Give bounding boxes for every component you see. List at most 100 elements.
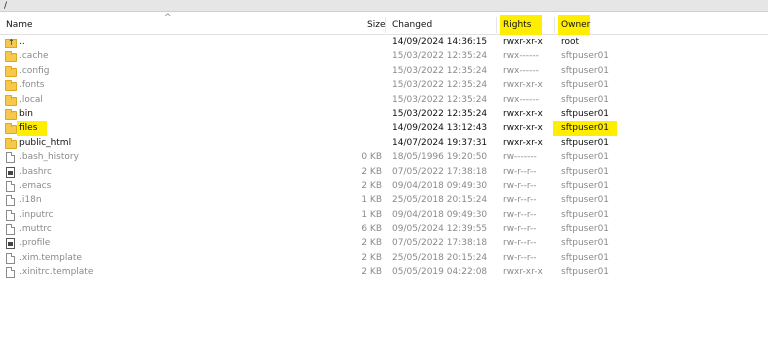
file-icon — [5, 195, 17, 207]
file-name: .config — [19, 65, 50, 76]
file-list-header: Name ^ Size Changed Rights Owner — [0, 13, 768, 35]
file-rights: rwxr-xr-x — [503, 80, 543, 91]
file-rights: rwxr-xr-x — [503, 137, 543, 148]
file-owner: sftpuser01 — [561, 137, 610, 148]
file-changed: 05/05/2019 04:22:08 — [392, 267, 488, 278]
file-list: .. 14/09/2024 14:36:15 rwxr-xr-x root .cache… — [0, 35, 768, 280]
file-size: 2 KB — [361, 252, 382, 263]
file-row[interactable]: .bashrc 2 KB 07/05/2022 17:38:18 rw-r--r-- s… — [0, 165, 768, 179]
file-owner: sftpuser01 — [561, 108, 610, 119]
file-row[interactable]: .muttrc 6 KB 09/05/2024 12:39:55 rw-r--r-- s… — [0, 222, 768, 236]
file-row[interactable]: .xim.template 2 KB 25/05/2018 20:15:24 rw-r… — [0, 251, 768, 265]
file-row[interactable]: .cache 15/03/2022 12:35:24 rwx------ sftpus… — [0, 49, 768, 63]
file-name: .muttrc — [19, 224, 52, 235]
folder-icon — [5, 65, 17, 77]
file-owner: sftpuser01 — [561, 80, 610, 91]
file-changed: 15/03/2022 12:35:24 — [392, 65, 488, 76]
file-icon — [5, 152, 17, 164]
column-header-name[interactable]: Name — [6, 15, 33, 35]
file-rights: rwxr-xr-x — [503, 123, 543, 134]
file-rights: rw-r--r-- — [503, 224, 537, 235]
file-rights: rwx------ — [503, 51, 539, 62]
file-owner: sftpuser01 — [561, 166, 610, 177]
file-name: public_html — [19, 137, 72, 148]
file-rights: rwx------ — [503, 94, 539, 105]
file-name: .emacs — [19, 180, 52, 191]
file-row[interactable]: bin 15/03/2022 12:35:24 rwxr-xr-x sftpuser0… — [0, 107, 768, 121]
file-row[interactable]: .config 15/03/2022 12:35:24 rwx------ sftpu… — [0, 64, 768, 78]
file-owner: sftpuser01 — [561, 209, 610, 220]
file-rights: rwxr-xr-x — [503, 267, 543, 278]
file-owner: sftpuser01 — [561, 94, 610, 105]
file-owner: sftpuser01 — [561, 65, 610, 76]
file-row[interactable]: .emacs 2 KB 09/04/2018 09:49:30 rw-r--r-- sf… — [0, 179, 768, 193]
updir-icon — [5, 36, 17, 50]
file-changed: 09/04/2018 09:49:30 — [392, 180, 488, 191]
file-owner: sftpuser01 — [561, 180, 610, 191]
file-changed: 14/07/2024 19:37:31 — [392, 137, 488, 148]
column-divider[interactable] — [496, 17, 497, 33]
file-size: 1 KB — [361, 209, 382, 220]
file-owner: sftpuser01 — [561, 195, 610, 206]
file-changed: 14/09/2024 14:36:15 — [392, 37, 488, 47]
file-row[interactable]: files 14/09/2024 13:12:43 rwxr-xr-x sftpuse… — [0, 121, 768, 136]
file-size: 2 KB — [361, 267, 382, 278]
folder-icon — [5, 137, 17, 149]
file-owner: sftpuser01 — [561, 252, 610, 263]
file-owner: sftpuser01 — [561, 51, 610, 62]
column-divider[interactable] — [554, 17, 555, 33]
file-changed: 09/04/2018 09:49:30 — [392, 209, 488, 220]
file-changed: 15/03/2022 12:35:24 — [392, 94, 488, 105]
file-size: 2 KB — [361, 238, 382, 249]
file-size: 2 KB — [361, 166, 382, 177]
file-row[interactable]: .bash_history 0 KB 18/05/1996 19:20:50 rw--… — [0, 150, 768, 164]
path-bar[interactable]: / — [0, 0, 768, 12]
file-rights: rw-r--r-- — [503, 180, 537, 191]
column-header-owner[interactable]: Owner — [558, 15, 590, 35]
file-name: .. — [19, 37, 25, 47]
file-row[interactable]: .xinitrc.template 2 KB 05/05/2019 04:22:08… — [0, 265, 768, 279]
file-row[interactable]: .local 15/03/2022 12:35:24 rwx------ sftpus… — [0, 93, 768, 107]
file-row[interactable]: .profile 2 KB 07/05/2022 17:38:18 rw-r--r--… — [0, 236, 768, 250]
column-header-changed[interactable]: Changed — [392, 15, 432, 35]
file-row[interactable]: .fonts 15/03/2022 12:35:24 rwxr-xr-x sftpus… — [0, 78, 768, 92]
file-row[interactable]: .inputrc 1 KB 09/04/2018 09:49:30 rw-r--r--… — [0, 208, 768, 222]
file-changed: 15/03/2022 12:35:24 — [392, 108, 488, 119]
column-header-rights[interactable]: Rights — [500, 15, 542, 35]
script-file-icon — [5, 238, 17, 250]
file-icon — [5, 224, 17, 236]
file-rights: rw-r--r-- — [503, 166, 537, 177]
file-owner: sftpuser01 — [561, 224, 610, 235]
file-icon — [5, 180, 17, 192]
file-changed: 15/03/2022 12:35:24 — [392, 51, 488, 62]
file-size: 6 KB — [361, 224, 382, 235]
folder-icon — [5, 123, 17, 135]
file-name: .local — [19, 94, 43, 105]
file-size: 2 KB — [361, 180, 382, 191]
sort-ascending-icon: ^ — [164, 13, 172, 23]
folder-icon — [5, 108, 17, 120]
file-owner: root — [561, 37, 580, 47]
file-rights: rw-r--r-- — [503, 238, 537, 249]
file-name: .cache — [19, 51, 49, 62]
file-changed: 07/05/2022 17:38:18 — [392, 238, 488, 249]
file-row[interactable]: public_html 14/07/2024 19:37:31 rwxr-xr-x s… — [0, 136, 768, 150]
file-icon — [5, 252, 17, 264]
file-name: .bash_history — [19, 152, 79, 163]
file-size: 0 KB — [361, 152, 382, 163]
file-changed: 25/05/2018 20:15:24 — [392, 252, 488, 263]
file-row[interactable]: .i18n 1 KB 25/05/2018 20:15:24 rw-r--r-- sft… — [0, 193, 768, 207]
column-header-size[interactable]: Size — [367, 15, 385, 35]
file-name: .fonts — [19, 80, 45, 91]
file-name: files — [17, 121, 48, 136]
file-name: .xinitrc.template — [19, 267, 94, 278]
file-changed: 18/05/1996 19:20:50 — [392, 152, 488, 163]
file-changed: 15/03/2022 12:35:24 — [392, 80, 488, 91]
file-rights: rwx------ — [503, 65, 539, 76]
file-rights: rw-r--r-- — [503, 209, 537, 220]
file-owner: sftpuser01 — [561, 267, 610, 278]
file-rights: rw-r--r-- — [503, 252, 537, 263]
file-owner: sftpuser01 — [553, 121, 618, 136]
file-icon — [5, 209, 17, 221]
file-row[interactable]: .. 14/09/2024 14:36:15 rwxr-xr-x root — [0, 35, 768, 50]
